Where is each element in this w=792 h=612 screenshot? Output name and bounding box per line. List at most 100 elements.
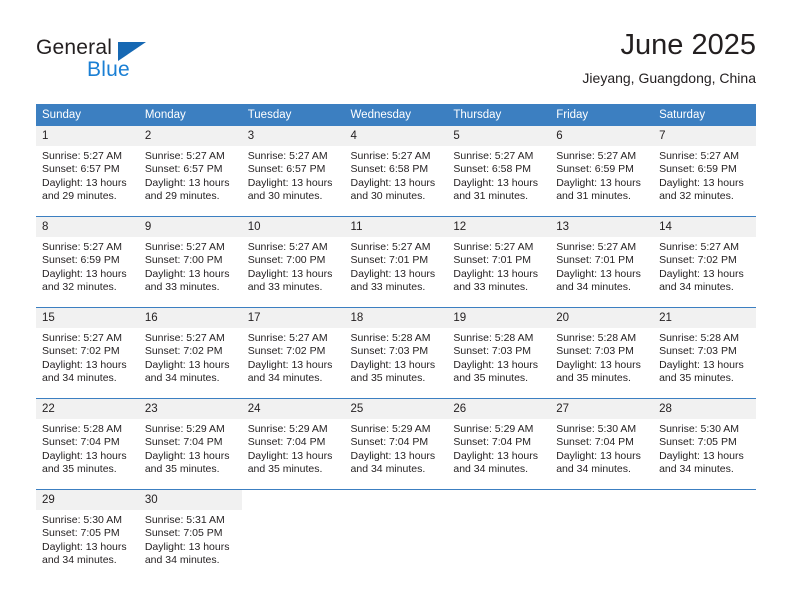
day-number: 16 [138, 308, 242, 328]
day-details: Sunrise: 5:27 AM Sunset: 7:02 PM Daylight:… [139, 328, 242, 386]
calendar-day-cell[interactable]: 29 Sunrise: 5:30 AM Sunset: 7:05 PM Dayligh… [36, 489, 139, 580]
calendar-day-cell[interactable]: 19 Sunrise: 5:28 AM Sunset: 7:03 PM Dayligh… [447, 307, 551, 399]
sunrise-text: Sunrise: 5:27 AM [42, 150, 122, 162]
daylight-text: Daylight: 13 hours and 31 minutes. [556, 176, 641, 203]
sunset-text: Sunset: 7:02 PM [247, 345, 326, 358]
calendar-day-cell[interactable]: 23 Sunrise: 5:29 AM Sunset: 7:04 PM Dayligh… [138, 398, 242, 490]
sunrise-text: Sunrise: 5:27 AM [350, 241, 431, 253]
day-number: 13 [550, 217, 654, 237]
calendar-day-cell[interactable]: 10 Sunrise: 5:27 AM Sunset: 7:00 PM Dayligh… [241, 216, 345, 308]
calendar-day-cell[interactable]: 1 Sunrise: 5:27 AM Sunset: 6:57 PM Daylight… [36, 126, 139, 217]
sunrise-text: Sunrise: 5:28 AM [556, 332, 637, 344]
sunset-text: Sunset: 6:58 PM [350, 163, 429, 176]
sunrise-text: Sunrise: 5:29 AM [453, 423, 534, 435]
day-details: Sunrise: 5:27 AM Sunset: 6:58 PM Daylight:… [345, 146, 448, 204]
day-number: 24 [241, 399, 345, 419]
calendar-day-cell-empty [447, 489, 551, 580]
day-number: 9 [138, 217, 242, 237]
calendar-day-cell[interactable]: 7 Sunrise: 5:27 AM Sunset: 6:59 PM Daylight… [653, 126, 756, 217]
calendar-day-cell[interactable]: 26 Sunrise: 5:29 AM Sunset: 7:04 PM Dayligh… [447, 398, 551, 490]
day-details: Sunrise: 5:27 AM Sunset: 7:00 PM Daylight:… [139, 237, 242, 295]
sunrise-text: Sunrise: 5:31 AM [144, 514, 225, 526]
sunrise-text: Sunrise: 5:30 AM [659, 423, 740, 435]
calendar-day-cell[interactable]: 3 Sunrise: 5:27 AM Sunset: 6:57 PM Daylight… [241, 126, 345, 217]
calendar-day-cell[interactable]: 25 Sunrise: 5:29 AM Sunset: 7:04 PM Dayligh… [344, 398, 448, 490]
calendar-day-cell[interactable]: 16 Sunrise: 5:27 AM Sunset: 7:02 PM Dayligh… [138, 307, 242, 399]
day-details: Sunrise: 5:28 AM Sunset: 7:03 PM Daylight:… [653, 328, 756, 386]
day-number: 6 [550, 126, 654, 146]
page-subtitle: Jieyang, Guangdong, China [582, 70, 756, 86]
page-header: General Blue June 2025 Jieyang, Guangdon… [0, 0, 792, 103]
sunset-text: Sunset: 6:57 PM [247, 163, 326, 176]
day-number: 15 [36, 308, 139, 328]
weekday-header-monday: Monday [138, 104, 242, 126]
day-details: Sunrise: 5:29 AM Sunset: 7:04 PM Daylight:… [447, 419, 550, 477]
day-number: 4 [344, 126, 448, 146]
sunset-text: Sunset: 7:03 PM [556, 345, 634, 358]
calendar-day-cell[interactable]: 28 Sunrise: 5:30 AM Sunset: 7:05 PM Dayligh… [653, 398, 756, 490]
calendar-day-cell[interactable]: 8 Sunrise: 5:27 AM Sunset: 6:59 PM Daylight… [36, 216, 139, 308]
sunrise-text: Sunrise: 5:27 AM [453, 241, 534, 253]
day-number [242, 490, 345, 510]
calendar-day-cell[interactable]: 30 Sunrise: 5:31 AM Sunset: 7:05 PM Dayligh… [138, 489, 242, 580]
sunset-text: Sunset: 7:05 PM [42, 527, 120, 540]
calendar-page: General Blue June 2025 Jieyang, Guangdon… [0, 0, 792, 612]
calendar-day-cell[interactable]: 15 Sunrise: 5:27 AM Sunset: 7:02 PM Dayligh… [36, 307, 139, 399]
calendar-day-cell[interactable]: 20 Sunrise: 5:28 AM Sunset: 7:03 PM Dayligh… [550, 307, 654, 399]
daylight-text: Daylight: 13 hours and 35 minutes. [42, 449, 127, 476]
day-number: 17 [241, 308, 345, 328]
weekday-header-saturday: Saturday [653, 104, 756, 126]
sunset-text: Sunset: 7:02 PM [144, 345, 223, 358]
title-block: June 2025 Jieyang, Guangdong, China [582, 28, 756, 88]
sunrise-text: Sunrise: 5:27 AM [556, 150, 637, 162]
calendar-day-cell[interactable]: 11 Sunrise: 5:27 AM Sunset: 7:01 PM Dayligh… [344, 216, 448, 308]
calendar-day-cell[interactable]: 24 Sunrise: 5:29 AM Sunset: 7:04 PM Dayligh… [241, 398, 345, 490]
sunset-text: Sunset: 7:00 PM [144, 254, 223, 267]
daylight-text: Daylight: 13 hours and 30 minutes. [247, 176, 333, 203]
calendar-day-cell[interactable]: 17 Sunrise: 5:27 AM Sunset: 7:02 PM Dayligh… [241, 307, 345, 399]
daylight-text: Daylight: 13 hours and 35 minutes. [350, 358, 436, 385]
daylight-text: Daylight: 13 hours and 32 minutes. [659, 176, 744, 203]
daylight-text: Daylight: 13 hours and 33 minutes. [350, 267, 436, 294]
day-details: Sunrise: 5:27 AM Sunset: 7:02 PM Daylight:… [36, 328, 139, 386]
day-number: 5 [447, 126, 551, 146]
calendar-day-cell[interactable]: 9 Sunrise: 5:27 AM Sunset: 7:00 PM Daylight… [138, 216, 242, 308]
daylight-text: Daylight: 13 hours and 29 minutes. [144, 176, 230, 203]
sunset-text: Sunset: 6:57 PM [144, 163, 223, 176]
calendar-day-cell[interactable]: 18 Sunrise: 5:28 AM Sunset: 7:03 PM Dayligh… [344, 307, 448, 399]
daylight-text: Daylight: 13 hours and 35 minutes. [247, 449, 333, 476]
daylight-text: Daylight: 13 hours and 33 minutes. [453, 267, 539, 294]
sunrise-text: Sunrise: 5:27 AM [247, 150, 328, 162]
calendar-day-cell[interactable]: 14 Sunrise: 5:27 AM Sunset: 7:02 PM Dayligh… [653, 216, 756, 308]
sunset-text: Sunset: 7:01 PM [556, 254, 634, 267]
calendar-day-cell[interactable]: 2 Sunrise: 5:27 AM Sunset: 6:57 PM Daylight… [138, 126, 242, 217]
daylight-text: Daylight: 13 hours and 34 minutes. [247, 358, 333, 385]
daylight-text: Daylight: 13 hours and 35 minutes. [144, 449, 230, 476]
day-number: 2 [138, 126, 242, 146]
weekday-header-friday: Friday [550, 104, 654, 126]
sunset-text: Sunset: 7:03 PM [659, 345, 737, 358]
calendar-week-row: 15 Sunrise: 5:27 AM Sunset: 7:02 PM Dayligh… [36, 307, 756, 399]
calendar-day-cell[interactable]: 22 Sunrise: 5:28 AM Sunset: 7:04 PM Dayligh… [36, 398, 139, 490]
calendar-day-cell[interactable]: 4 Sunrise: 5:27 AM Sunset: 6:58 PM Daylight… [344, 126, 448, 217]
calendar-day-cell[interactable]: 21 Sunrise: 5:28 AM Sunset: 7:03 PM Dayligh… [653, 307, 756, 399]
general-blue-logo[interactable]: General Blue [36, 36, 166, 86]
calendar-day-cell[interactable]: 12 Sunrise: 5:27 AM Sunset: 7:01 PM Dayligh… [447, 216, 551, 308]
day-details: Sunrise: 5:28 AM Sunset: 7:04 PM Daylight:… [36, 419, 139, 477]
calendar-day-cell[interactable]: 5 Sunrise: 5:27 AM Sunset: 6:58 PM Daylight… [447, 126, 551, 217]
sunset-text: Sunset: 7:02 PM [659, 254, 737, 267]
daylight-text: Daylight: 13 hours and 34 minutes. [453, 449, 539, 476]
calendar-day-cell[interactable]: 27 Sunrise: 5:30 AM Sunset: 7:04 PM Dayligh… [550, 398, 654, 490]
day-number: 1 [36, 126, 139, 146]
day-number: 12 [447, 217, 551, 237]
sunset-text: Sunset: 7:04 PM [453, 436, 532, 449]
sunrise-text: Sunrise: 5:30 AM [42, 514, 122, 526]
calendar-day-cell[interactable]: 13 Sunrise: 5:27 AM Sunset: 7:01 PM Dayligh… [550, 216, 654, 308]
day-number: 25 [344, 399, 448, 419]
day-number: 7 [653, 126, 756, 146]
day-details: Sunrise: 5:27 AM Sunset: 6:58 PM Daylight:… [447, 146, 550, 204]
day-details: Sunrise: 5:30 AM Sunset: 7:04 PM Daylight:… [550, 419, 653, 477]
calendar-day-cell[interactable]: 6 Sunrise: 5:27 AM Sunset: 6:59 PM Daylight… [550, 126, 654, 217]
sunrise-text: Sunrise: 5:28 AM [453, 332, 534, 344]
calendar-day-cell-empty [653, 489, 756, 580]
